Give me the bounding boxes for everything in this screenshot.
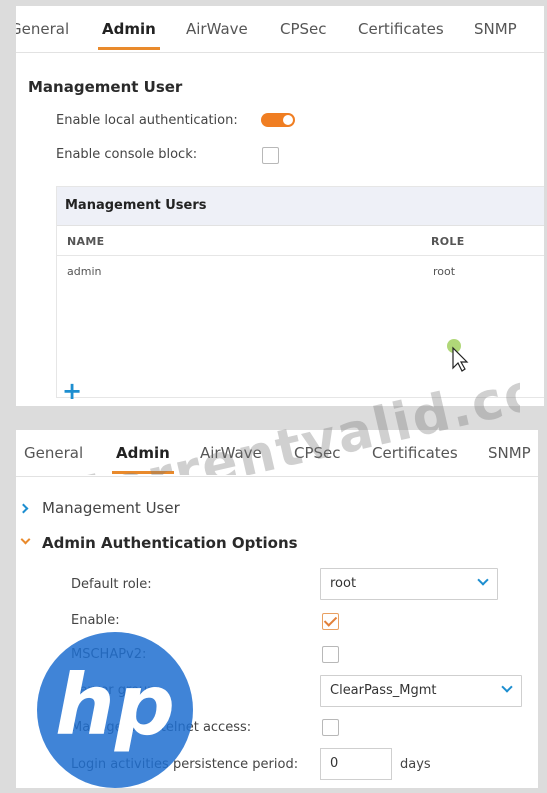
default-role-value: root (330, 576, 357, 591)
column-header-role[interactable]: ROLE (431, 235, 465, 248)
login-persistence-unit: days (400, 757, 431, 772)
enable-label: Enable: (71, 613, 120, 628)
mouse-pointer-icon (447, 339, 469, 372)
enable-console-block-label: Enable console block: (56, 147, 198, 162)
chevron-right-icon[interactable] (18, 503, 29, 514)
tab-general[interactable]: General (24, 430, 83, 476)
tab-general[interactable]: General (16, 6, 69, 52)
tab-cpsec[interactable]: CPSec (280, 6, 327, 52)
enable-checkbox[interactable] (322, 613, 339, 630)
tab-snmp[interactable]: SNMP (488, 430, 531, 476)
tab-snmp[interactable]: SNMP (474, 6, 517, 52)
default-role-label: Default role: (71, 577, 152, 592)
mschapv2-checkbox[interactable] (322, 646, 339, 663)
telnet-access-label: Management telnet access: (71, 720, 252, 735)
login-persistence-input[interactable]: 0 (320, 748, 392, 780)
tab-airwave[interactable]: AirWave (186, 6, 248, 52)
table-cell-name[interactable]: admin (67, 265, 101, 278)
login-persistence-value: 0 (330, 756, 339, 771)
chevron-down-icon (501, 681, 513, 693)
tab-admin[interactable]: Admin (112, 430, 174, 476)
section-title: Management User (28, 78, 183, 96)
bottom-settings-panel: General Admin AirWave CPSec Certificates… (16, 430, 538, 788)
enable-console-block-checkbox[interactable] (262, 147, 279, 164)
telnet-access-checkbox[interactable] (322, 719, 339, 736)
enable-local-auth-label: Enable local authentication: (56, 113, 238, 128)
tab-bar: General Admin AirWave CPSec Certificates… (16, 430, 538, 477)
tab-admin[interactable]: Admin (98, 6, 160, 52)
enable-local-auth-toggle[interactable] (261, 113, 295, 127)
management-user-section[interactable]: Management User (42, 499, 180, 517)
add-user-button[interactable]: + (62, 379, 82, 403)
tab-bar: General Admin AirWave CPSec Certificates… (16, 6, 544, 53)
server-group-label: Server group: (71, 683, 160, 698)
table-title: Management Users (65, 198, 207, 213)
tab-cpsec[interactable]: CPSec (294, 430, 341, 476)
chevron-down-icon[interactable] (20, 534, 31, 545)
table-header: Management Users (57, 187, 544, 226)
chevron-down-icon (477, 574, 489, 586)
admin-auth-options-section[interactable]: Admin Authentication Options (42, 534, 298, 552)
tab-certificates[interactable]: Certificates (372, 430, 458, 476)
mschapv2-label: MSCHAPv2: (71, 647, 147, 662)
header-divider (57, 255, 544, 256)
login-persistence-label: Login activities persistence period: (71, 757, 299, 772)
column-header-name[interactable]: NAME (67, 235, 104, 248)
default-role-select[interactable]: root (320, 568, 498, 600)
table-cell-role[interactable]: root (433, 265, 455, 278)
tab-certificates[interactable]: Certificates (358, 6, 444, 52)
tab-airwave[interactable]: AirWave (200, 430, 262, 476)
server-group-value: ClearPass_Mgmt (330, 683, 437, 698)
management-users-table: Management Users NAME ROLE admin root (56, 186, 544, 398)
server-group-select[interactable]: ClearPass_Mgmt (320, 675, 522, 707)
